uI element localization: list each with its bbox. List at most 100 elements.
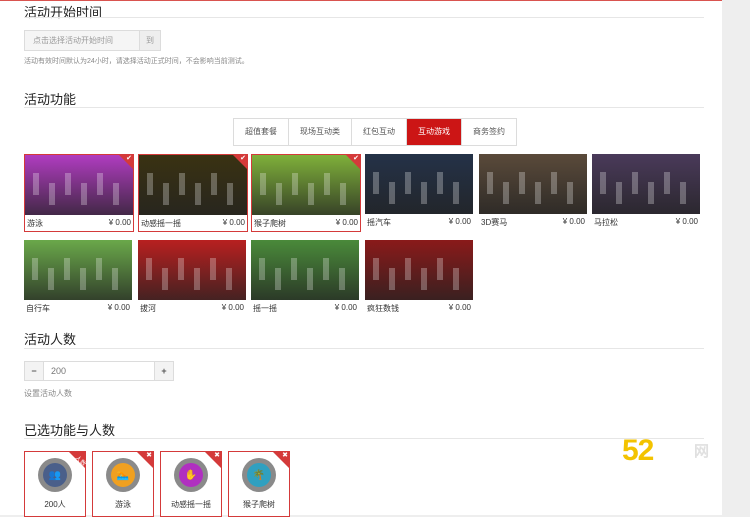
game-card[interactable]: ✔ 游泳 ¥ 0.00 (24, 154, 134, 232)
game-card[interactable]: 摇一摇 ¥ 0.00 (251, 240, 359, 316)
game-card[interactable]: 3D赛马 ¥ 0.00 (479, 154, 587, 230)
game-card[interactable]: ✔ 猴子爬树 ¥ 0.00 (251, 154, 361, 232)
users-icon: 👥 (43, 463, 67, 487)
thumbnail-detail (291, 258, 297, 280)
thumbnail-detail (49, 183, 55, 205)
start-time-hint: 活动有效时间默认为24小时，请选择活动正式时间，不会影响当前测试。 (24, 58, 249, 65)
participant-count-input[interactable]: 200 (43, 362, 155, 380)
thumbnail-detail (389, 268, 395, 290)
selected-item[interactable]: 🏊 ✖ 游泳 (92, 451, 154, 517)
game-card-price: ¥ 0.00 (334, 303, 357, 312)
thumbnail-detail (600, 172, 606, 194)
game-card-label: 游泳 (27, 219, 43, 228)
game-card[interactable]: 马拉松 ¥ 0.00 (592, 154, 700, 230)
game-card[interactable]: 自行车 ¥ 0.00 (24, 240, 132, 316)
thumbnail-detail (276, 183, 282, 205)
game-card[interactable]: 拔河 ¥ 0.00 (138, 240, 246, 316)
thumbnail-detail (226, 268, 232, 290)
game-card[interactable]: 摇汽车 ¥ 0.00 (365, 154, 473, 230)
thumbnail-detail (33, 173, 39, 195)
game-card-price: ¥ 0.00 (222, 218, 245, 227)
thumbnail-detail (260, 173, 266, 195)
selected-item-label: 游泳 (115, 500, 131, 509)
thumbnail-detail (146, 258, 152, 280)
game-card[interactable]: 疯狂数钱 ¥ 0.00 (365, 240, 473, 316)
close-icon[interactable]: ✖ (214, 451, 220, 459)
participant-stepper: − 200 + (24, 361, 174, 381)
close-icon[interactable]: ✖ (282, 451, 288, 459)
thumbnail-detail (178, 258, 184, 280)
selected-item[interactable]: ✋ ✖ 动感摇一摇 (160, 451, 222, 517)
thumbnail-detail (227, 183, 233, 205)
shake-icon: ✋ (179, 463, 203, 487)
section-title-start-time: 活动开始时间 (24, 5, 103, 20)
start-time-input[interactable]: 点击选择活动开始时间 (25, 31, 140, 50)
divider (24, 438, 704, 439)
thumbnail-detail (147, 173, 153, 195)
thumbnail-detail (421, 268, 427, 290)
game-card-label: 3D赛马 (481, 218, 508, 227)
game-card[interactable]: ✔ 动感摇一摇 ¥ 0.00 (138, 154, 248, 232)
thumbnail-detail (373, 258, 379, 280)
game-thumbnail (25, 155, 133, 215)
game-card-label: 动感摇一摇 (141, 219, 181, 228)
game-thumbnail (139, 155, 247, 215)
start-time-picker[interactable]: 点击选择活动开始时间 到 (24, 30, 161, 51)
game-card-price: ¥ 0.00 (675, 217, 698, 226)
game-card-label: 猴子爬树 (254, 219, 286, 228)
thumbnail-detail (680, 182, 686, 204)
check-icon: ✔ (126, 155, 132, 162)
watermark-text: 网 (694, 443, 710, 460)
thumbnail-detail (65, 173, 71, 195)
selected-item-label: 猴子爬树 (243, 500, 275, 509)
thumbnail-detail (97, 173, 103, 195)
close-icon[interactable]: ✖ (146, 451, 152, 459)
section-title-selected: 已选功能与人数 (24, 423, 116, 438)
thumbnail-detail (80, 268, 86, 290)
item-icon-ring: 🌴 (242, 458, 276, 492)
thumbnail-detail (453, 182, 459, 204)
check-icon: ✔ (353, 155, 359, 162)
thumbnail-detail (275, 268, 281, 290)
tab-red-packet[interactable]: 红包互动 (352, 119, 407, 145)
game-card-price: ¥ 0.00 (562, 217, 585, 226)
selected-item-label: 动感摇一摇 (171, 500, 211, 509)
section-title-participants: 活动人数 (24, 332, 77, 347)
divider (24, 17, 704, 18)
thumbnail-detail (292, 173, 298, 195)
selected-item[interactable]: 👥 人数 200人 (24, 451, 86, 517)
tab-interactive-games[interactable]: 互动游戏 (407, 119, 462, 145)
game-card-label: 拔河 (140, 304, 156, 313)
thumbnail-detail (210, 258, 216, 280)
increment-button[interactable]: + (155, 362, 173, 380)
tab-onsite-interaction[interactable]: 现场互动类 (289, 119, 352, 145)
game-thumbnail (24, 240, 132, 300)
item-icon-ring: 🏊 (106, 458, 140, 492)
thumbnail-detail (179, 173, 185, 195)
thumbnail-detail (487, 172, 493, 194)
thumbnail-detail (211, 173, 217, 195)
thumbnail-detail (307, 268, 313, 290)
thumbnail-detail (323, 258, 329, 280)
thumbnail-detail (340, 183, 346, 205)
scrollbar[interactable] (722, 0, 750, 514)
section-title-features: 活动功能 (24, 92, 77, 107)
thumbnail-detail (162, 268, 168, 290)
thumbnail-detail (194, 268, 200, 290)
thumbnail-detail (519, 172, 525, 194)
thumbnail-detail (437, 172, 443, 194)
game-card-label: 自行车 (26, 304, 50, 313)
game-card-price: ¥ 0.00 (221, 303, 244, 312)
game-card-price: ¥ 0.00 (335, 218, 358, 227)
game-thumbnail (252, 155, 360, 215)
thumbnail-detail (405, 172, 411, 194)
game-card-price: ¥ 0.00 (108, 218, 131, 227)
game-card-label: 摇一摇 (253, 304, 277, 313)
decrement-button[interactable]: − (25, 362, 43, 380)
divider (24, 348, 704, 349)
tab-value-package[interactable]: 超值套餐 (234, 119, 289, 145)
item-icon-ring: ✋ (174, 458, 208, 492)
tab-business-signing[interactable]: 商务签约 (462, 119, 516, 145)
selected-item[interactable]: 🌴 ✖ 猴子爬树 (228, 451, 290, 517)
game-card-label: 马拉松 (594, 218, 618, 227)
